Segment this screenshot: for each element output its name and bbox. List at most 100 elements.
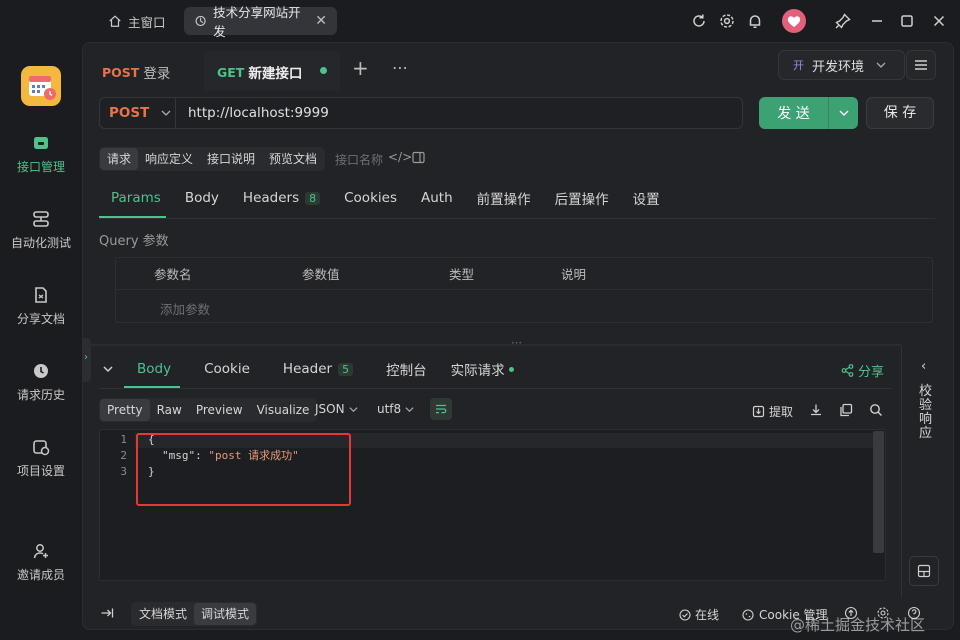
mode-switch: 文档模式 调试模式	[131, 602, 258, 626]
left-sidebar: 接口管理 自动化测试 分享文档 请求历史 项目设置 邀请成员	[0, 42, 82, 640]
user-avatar[interactable]	[782, 9, 806, 33]
add-param-input[interactable]: 添加参数	[160, 299, 210, 318]
format-type-select[interactable]: JSON	[315, 402, 358, 416]
minimize-icon[interactable]	[868, 12, 886, 30]
online-label: 在线	[695, 608, 720, 622]
segment-api-description[interactable]: 接口说明	[200, 148, 262, 170]
request-tab-method: GET	[217, 64, 245, 80]
response-tab-header-label: Header	[282, 361, 333, 377]
tab-post-operations[interactable]: 后置操作	[543, 188, 621, 208]
debug-mode-button[interactable]: 调试模式	[194, 603, 257, 625]
send-dropdown[interactable]	[828, 97, 858, 129]
doc-mode-button[interactable]: 文档模式	[132, 603, 194, 625]
save-button[interactable]: 保 存	[866, 97, 934, 129]
splitter[interactable]	[83, 344, 901, 346]
method-select[interactable]: POST	[100, 98, 176, 128]
layout-grid-icon	[917, 564, 931, 578]
column-header-description: 说明	[561, 267, 587, 282]
segment-preview-doc[interactable]: 预览文档	[262, 148, 324, 170]
environment-selector[interactable]: 开 开发环境	[778, 50, 905, 80]
response-tab-actual-request[interactable]: 实际请求	[447, 359, 518, 379]
expand-sidebar-icon[interactable]	[100, 606, 114, 620]
method-select-value: POST	[109, 105, 150, 121]
format-preview[interactable]: Preview	[189, 399, 250, 421]
tab-headers[interactable]: Headers 8	[231, 190, 332, 206]
sidebar-item-share-docs[interactable]: 分享文档	[0, 286, 82, 327]
param-tabs: Params Body Headers 8 Cookies Auth 前置操作 后…	[99, 186, 672, 210]
refresh-icon[interactable]	[690, 12, 708, 30]
request-tab-new-api[interactable]: GET 新建接口	[217, 62, 302, 83]
share-button[interactable]: 分享	[841, 361, 884, 380]
close-tab-icon[interactable]: ✕	[315, 13, 327, 29]
search-icon[interactable]	[868, 402, 884, 418]
download-icon[interactable]	[808, 402, 824, 418]
extract-button[interactable]: 提取	[752, 403, 793, 420]
url-bar: POST http://localhost:9999	[99, 97, 743, 129]
code-icon[interactable]: </>	[388, 150, 412, 164]
collapse-response-icon[interactable]	[103, 364, 113, 374]
tab-pre-operations[interactable]: 前置操作	[465, 188, 543, 208]
maximize-icon[interactable]	[898, 12, 916, 30]
environment-label: 开发环境	[812, 59, 865, 75]
format-raw[interactable]: Raw	[150, 399, 189, 421]
divider	[901, 346, 902, 598]
home-window-tab[interactable]: 主窗口	[98, 7, 176, 35]
notification-bell-icon[interactable]	[746, 12, 764, 30]
sidebar-item-automation-test[interactable]: 自动化测试	[0, 210, 82, 251]
request-tab-login[interactable]: POST 登录	[102, 62, 170, 83]
api-folder-icon	[34, 137, 48, 149]
environment-menu-button[interactable]	[906, 50, 936, 80]
app-logo	[21, 66, 61, 106]
sidebar-item-label: 分享文档	[16, 312, 65, 326]
share-label: 分享	[858, 365, 885, 380]
encoding-select[interactable]: utf8	[377, 402, 414, 416]
sidebar-item-request-history[interactable]: 请求历史	[0, 362, 82, 403]
api-name-input[interactable]: 接口名称	[335, 151, 383, 168]
send-button[interactable]: 发 送	[759, 97, 858, 129]
project-window-tab[interactable]: 技术分享网站开发 ✕	[184, 5, 337, 39]
drag-handle-icon[interactable]: ⋯	[511, 336, 522, 349]
wrap-toggle-button[interactable]	[430, 398, 452, 420]
layout-toggle-button[interactable]	[909, 556, 939, 586]
response-tab-body[interactable]: Body	[124, 361, 184, 377]
online-status[interactable]: 在线	[679, 606, 719, 623]
tab-headers-label: Headers	[242, 190, 300, 206]
more-tabs-icon[interactable]: ⋯	[392, 58, 409, 77]
sidebar-item-invite-members[interactable]: 邀请成员	[0, 542, 82, 583]
close-window-icon[interactable]	[930, 12, 948, 30]
response-tab-header[interactable]: Header 5	[270, 361, 366, 377]
collapse-panel-icon[interactable]: ‹	[921, 359, 926, 374]
sidebar-item-label: 请求历史	[16, 388, 65, 402]
column-header-param-value: 参数值	[302, 267, 340, 282]
tab-auth[interactable]: Auth	[409, 190, 465, 206]
tab-body[interactable]: Body	[173, 190, 231, 206]
settings-gear-icon[interactable]	[718, 12, 736, 30]
editor-scrollbar[interactable]	[873, 431, 884, 553]
segment-response-definition[interactable]: 响应定义	[138, 148, 200, 170]
response-tab-cookie[interactable]: Cookie	[184, 361, 270, 377]
tab-cookies[interactable]: Cookies	[332, 190, 409, 206]
format-visualize[interactable]: Visualize	[250, 399, 317, 421]
sidebar-item-api-management[interactable]: 接口管理	[0, 134, 82, 175]
pin-icon[interactable]	[834, 12, 852, 30]
segment-request[interactable]: 请求	[100, 148, 139, 170]
project-settings-icon	[33, 440, 50, 456]
automation-icon	[33, 211, 49, 227]
verify-response-panel-tab[interactable]: 校验响应	[919, 385, 933, 441]
sidebar-item-project-settings[interactable]: 项目设置	[0, 438, 82, 479]
split-view-icon[interactable]	[412, 151, 425, 164]
url-input[interactable]: http://localhost:9999	[188, 105, 329, 121]
invite-user-icon	[33, 544, 48, 559]
tab-settings[interactable]: 设置	[621, 188, 672, 208]
status-dot	[508, 366, 514, 372]
share-icon	[841, 364, 854, 377]
format-pretty[interactable]: Pretty	[100, 399, 150, 421]
response-tab-console[interactable]: 控制台	[366, 359, 447, 379]
copy-icon[interactable]	[838, 402, 854, 418]
extract-icon	[752, 405, 765, 418]
title-bar: 主窗口 技术分享网站开发 ✕	[0, 0, 960, 42]
calendar-logo-icon	[29, 76, 56, 100]
add-tab-icon[interactable]: +	[352, 56, 369, 80]
tab-params[interactable]: Params	[99, 190, 173, 206]
chevron-right-icon[interactable]: ›	[84, 352, 88, 363]
